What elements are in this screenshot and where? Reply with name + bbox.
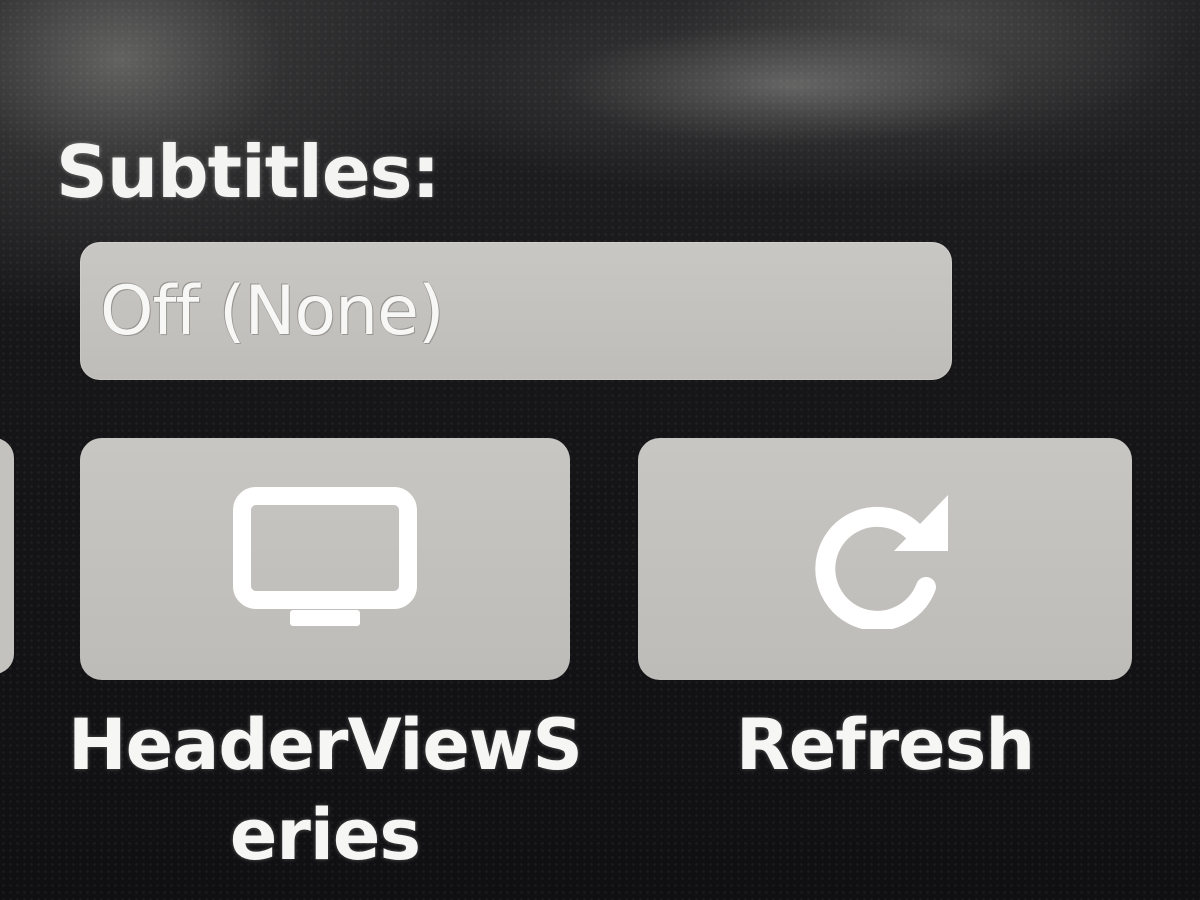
refresh-icon	[815, 495, 948, 629]
subtitles-selected-value: Off (None)	[100, 271, 444, 351]
partial-offscreen-button[interactable]	[0, 438, 14, 674]
header-view-series-label: HeaderViewSeries	[68, 704, 583, 876]
refresh-button[interactable]	[638, 438, 1132, 680]
header-view-series-button[interactable]	[80, 438, 570, 680]
subtitles-label: Subtitles:	[56, 130, 440, 214]
refresh-label: Refresh	[735, 704, 1035, 786]
tv-icon	[233, 487, 417, 626]
subtitles-select[interactable]: Off (None)	[80, 242, 952, 380]
